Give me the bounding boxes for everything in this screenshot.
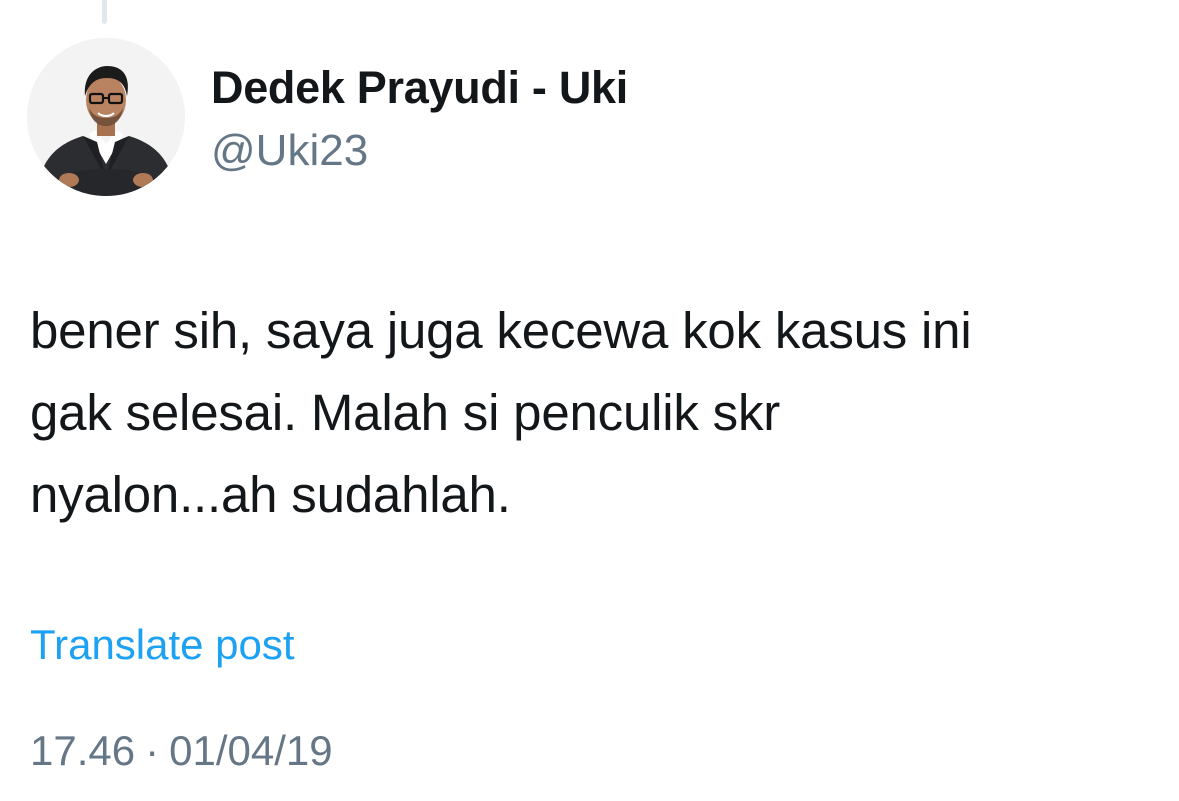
tweet-date: 01/04/19 — [169, 727, 333, 774]
translate-post-link[interactable]: Translate post — [30, 617, 295, 673]
author-display-name[interactable]: Dedek Prayudi - Uki — [211, 58, 628, 118]
tweet-text-line: nyalon...ah sudahlah. — [30, 466, 511, 523]
thread-connector-line — [102, 0, 107, 24]
tweet-text-line: gak selesai. Malah si penculik skr — [30, 384, 781, 441]
author-handle[interactable]: @Uki23 — [211, 122, 368, 180]
tweet-timestamp[interactable]: 17.46 · 01/04/19 — [30, 722, 333, 780]
tweet-text: bener sih, saya juga kecewa kok kasus in… — [30, 290, 1150, 536]
separator-dot: · — [145, 727, 160, 774]
tweet-text-line: bener sih, saya juga kecewa kok kasus in… — [30, 302, 972, 359]
tweet-time: 17.46 — [30, 727, 136, 774]
avatar[interactable] — [27, 38, 185, 196]
profile-photo-icon — [27, 38, 185, 196]
